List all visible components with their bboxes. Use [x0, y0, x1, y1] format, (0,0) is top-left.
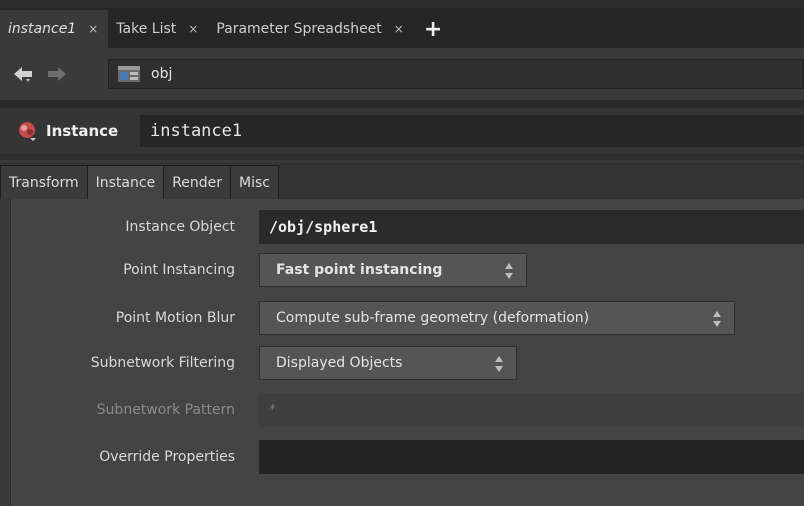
- path-text: obj: [151, 66, 173, 82]
- point-instancing-menu[interactable]: Fast point instancing: [259, 253, 527, 287]
- menu-value: Displayed Objects: [276, 355, 403, 371]
- parameter-tab-bar: Transform Instance Render Misc: [0, 163, 804, 199]
- tab-render[interactable]: Render: [163, 165, 232, 199]
- pane-tab-label: Take List: [116, 21, 177, 37]
- param-label: Point Instancing: [123, 262, 235, 278]
- close-icon[interactable]: ×: [394, 22, 404, 36]
- point-motion-blur-menu[interactable]: Compute sub-frame geometry (deformation): [259, 301, 735, 335]
- param-row-override-properties: Override Properties: [11, 437, 804, 477]
- node-name-field[interactable]: instance1: [140, 115, 804, 147]
- instance-object-field[interactable]: /obj/sphere1: [259, 210, 804, 244]
- arrow-right-icon: [48, 67, 66, 81]
- pane-tab-take-list[interactable]: Take List ×: [108, 10, 208, 48]
- close-icon[interactable]: ×: [188, 22, 198, 36]
- param-label: Instance Object: [125, 219, 235, 235]
- navigation-bar: obj: [0, 48, 804, 100]
- divider: [0, 100, 804, 108]
- param-row-subnetwork-filtering: Subnetwork Filtering Displayed Objects: [11, 343, 804, 383]
- instance-node-icon: [19, 122, 36, 141]
- menu-value: Compute sub-frame geometry (deformation): [276, 310, 590, 326]
- pane-tab-bar: instance1 × Take List × Parameter Spread…: [0, 8, 804, 48]
- node-header: Instance instance1: [0, 108, 804, 154]
- param-row-subnetwork-pattern: Subnetwork Pattern *: [11, 390, 804, 430]
- tab-misc[interactable]: Misc: [230, 165, 280, 199]
- obj-network-icon: [118, 66, 140, 82]
- divider: [0, 154, 804, 160]
- subnetwork-pattern-field: *: [259, 393, 804, 427]
- param-row-instance-object: Instance Object /obj/sphere1: [11, 207, 804, 247]
- param-label: Point Motion Blur: [115, 310, 235, 326]
- parameter-panel: Instance Object /obj/sphere1 Point Insta…: [10, 199, 804, 506]
- param-label: Subnetwork Filtering: [90, 355, 235, 371]
- back-button[interactable]: [12, 63, 34, 85]
- forward-button[interactable]: [46, 63, 68, 85]
- updown-arrows-icon: [713, 311, 721, 327]
- pane-tab-label: Parameter Spreadsheet: [216, 21, 382, 37]
- tab-transform[interactable]: Transform: [0, 165, 88, 199]
- updown-arrows-icon: [495, 356, 503, 372]
- updown-arrows-icon: [505, 263, 513, 279]
- override-properties-field[interactable]: [259, 440, 804, 474]
- add-tab-button[interactable]: +: [414, 10, 452, 48]
- network-path-field[interactable]: obj: [108, 59, 804, 89]
- close-icon[interactable]: ×: [88, 22, 98, 36]
- pane-tab-instance1[interactable]: instance1 ×: [0, 10, 109, 48]
- param-row-point-motion-blur: Point Motion Blur Compute sub-frame geom…: [11, 298, 804, 338]
- arrow-left-icon: [14, 67, 32, 82]
- param-label: Override Properties: [99, 449, 235, 465]
- pane-tab-parameter-spreadsheet[interactable]: Parameter Spreadsheet ×: [208, 10, 414, 48]
- param-row-point-instancing: Point Instancing Fast point instancing: [11, 250, 804, 290]
- param-label: Subnetwork Pattern: [96, 402, 235, 418]
- node-type-label: Instance: [46, 122, 119, 140]
- menu-value: Fast point instancing: [276, 262, 443, 278]
- subnetwork-filtering-menu[interactable]: Displayed Objects: [259, 346, 517, 380]
- tab-instance[interactable]: Instance: [86, 165, 165, 199]
- top-strip: [0, 0, 804, 8]
- pane-tab-label: instance1: [8, 21, 77, 37]
